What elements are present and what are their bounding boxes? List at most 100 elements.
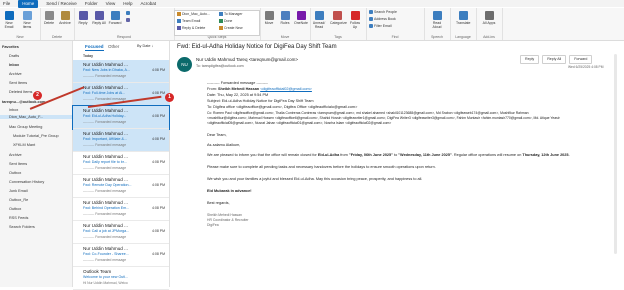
new-items-button[interactable]: New Items: [20, 11, 34, 29]
translate-button[interactable]: Translate: [456, 11, 470, 25]
reply-button[interactable]: Reply: [76, 11, 90, 25]
tab-view[interactable]: View: [106, 0, 116, 8]
folder-conversation-history[interactable]: Conversation History: [9, 180, 44, 184]
group-label-speech: Speech: [431, 35, 443, 39]
reading-pane-scrollbar[interactable]: [614, 54, 617, 254]
list-item[interactable]: Nur Uddin Mahmud ... Fwd: Remote Day Ope…: [73, 175, 169, 198]
list-item[interactable]: Nur Uddin Mahmud ... Fwd: Behind Operati…: [73, 198, 169, 221]
filter-email-button[interactable]: Filter Email: [369, 24, 392, 29]
signature-name: Sheikh Mehedi Hassan: [207, 213, 242, 217]
reading-pane: Fwd: Eid-ul-Adha Holiday Notice for Digi…: [170, 41, 624, 287]
folder-outbox-re[interactable]: Outbox_Re: [9, 198, 28, 202]
folder-sent-items[interactable]: Sent Items: [9, 81, 27, 85]
folder-inbox[interactable]: Inbox: [9, 63, 19, 67]
group-label-move: Move: [280, 35, 290, 39]
favorites-header[interactable]: Favorites: [2, 45, 19, 49]
move-button[interactable]: Move: [262, 11, 276, 25]
list-item[interactable]: Nur Uddin Mahmud ... Fwd: Daily report f…: [73, 152, 169, 175]
ribbon: New Email New Items New Delete Archive D…: [0, 8, 624, 41]
archive-button[interactable]: Archive: [58, 11, 72, 25]
quick-step-3[interactable]: Reply & Delete: [177, 26, 205, 31]
signature-company: DigiFea: [207, 223, 219, 227]
teams-button[interactable]: [126, 18, 131, 23]
list-item[interactable]: Nur Uddin Mahmud ... Fwd: Co-Founder - S…: [73, 244, 169, 267]
message-sender: Nur Uddin Mahmud ...: [83, 62, 128, 67]
quick-step-2[interactable]: Team Email: [177, 19, 200, 24]
folder-outbox[interactable]: Outbox: [9, 171, 21, 175]
reply-all-button[interactable]: Reply All: [92, 11, 106, 25]
list-item[interactable]: Nur Uddin Mahmud ... Fwd: New Jobs in Dh…: [73, 60, 169, 83]
search-people-button[interactable]: Search People: [369, 10, 397, 15]
reply-all-button-inline[interactable]: Reply All: [542, 55, 567, 64]
quick-step-1[interactable]: Dion_Mac_Auto...: [177, 12, 210, 17]
folder-junk-email[interactable]: Junk Email: [9, 189, 28, 193]
address-book-icon: [369, 17, 373, 22]
folder-account-inbox[interactable]: Inbox: [9, 108, 18, 112]
read-aloud-button[interactable]: Read Aloud: [430, 11, 444, 29]
all-apps-button[interactable]: All Apps: [482, 11, 496, 25]
ribbon-group-tags: Unread/ Read Categorize Follow Up Tags: [310, 8, 367, 40]
fwd-from-line: From: Sheikh Mehedi Hassan <digifeaoffic…: [207, 87, 312, 91]
folder-dion-mac-auto[interactable]: Dion_Mac_Auto_F...: [0, 115, 77, 119]
avatar[interactable]: NU: [177, 57, 192, 72]
speaker-icon: [432, 11, 442, 20]
list-item[interactable]: Nur Uddin Mahmud ... Fwd: Important, Aff…: [73, 129, 169, 152]
tab-focused[interactable]: Focused: [85, 44, 104, 51]
message-time: 4:08 PM: [151, 252, 165, 256]
folder-mac-group-meeting[interactable]: Mac Group Meeting: [9, 125, 42, 129]
address-book-button[interactable]: Address Book: [369, 17, 396, 22]
list-item[interactable]: Nur Uddin Mahmud ... Fwd: Eid-ul-Adha Ho…: [72, 105, 170, 130]
folder-drafts[interactable]: Drafts: [9, 54, 19, 58]
move-icon: [264, 11, 274, 20]
apps-icon: [484, 11, 494, 20]
tab-home[interactable]: Home: [18, 0, 39, 8]
forward-button[interactable]: Forward: [108, 11, 122, 25]
onenote-button[interactable]: OneNote: [294, 11, 308, 25]
folder-outbox-2[interactable]: Outbox: [9, 207, 21, 211]
quick-steps-gallery: Dion_Mac_Auto... Team Email Reply & Dele…: [174, 10, 260, 36]
fwd-from-email[interactable]: <digifeaofficial02@gmail.com>: [260, 87, 312, 91]
tab-other[interactable]: Other: [108, 44, 119, 49]
tab-acrobat[interactable]: Acrobat: [141, 0, 157, 8]
folder-sent-items-2[interactable]: Sent Items: [9, 162, 27, 166]
quick-step-5[interactable]: Done: [219, 19, 232, 24]
folder-archive-2[interactable]: Archive: [9, 153, 22, 157]
tab-folder[interactable]: Folder: [85, 0, 98, 8]
message-time: 4:08 PM: [151, 229, 165, 233]
new-email-button[interactable]: New Email: [2, 11, 16, 29]
message-time: 4:08 PM: [151, 160, 165, 164]
message-subject: Fwd: Behind Operation Em...: [83, 206, 130, 210]
message-sender: Nur Uddin Mahmud ...: [83, 177, 128, 182]
ribbon-group-find: Search People Address Book Filter Email …: [366, 8, 425, 40]
ribbon-group-language: Translate Language: [450, 8, 477, 40]
folder-search-folders[interactable]: Search Folders: [9, 225, 35, 229]
sort-by-date[interactable]: By Date ↓: [137, 44, 153, 48]
group-label-new: New: [16, 35, 24, 39]
email-from[interactable]: Nur Uddin Mahmud Tareq <tareqnum@gmail.c…: [196, 57, 298, 62]
fwd-date-line: Date: Thu, May 22, 2025 at 9:54 PM: [207, 93, 269, 97]
reply-button-inline[interactable]: Reply: [520, 55, 540, 64]
tab-help[interactable]: Help: [123, 0, 132, 8]
ribbon-group-move: Move Rules OneNote Move: [260, 8, 311, 40]
delete-button[interactable]: Delete: [42, 11, 56, 25]
tab-file[interactable]: File: [3, 0, 10, 8]
message-preview: ---------- Forwarded message: [83, 235, 127, 239]
folder-module-tutorial[interactable]: Module Tutorial_Pre Group: [13, 134, 59, 138]
tab-send-receive[interactable]: Send / Receive: [46, 0, 77, 8]
group-label-find: Find: [391, 35, 399, 39]
folder-rss-feeds[interactable]: RSS Feeds: [9, 216, 28, 220]
meeting-button[interactable]: [126, 11, 131, 16]
message-preview: ---------- Forwarded message: [83, 143, 127, 147]
folder-deleted-items[interactable]: Deleted Items: [9, 90, 32, 94]
rules-button[interactable]: Rules: [278, 11, 292, 25]
unread-read-button[interactable]: Unread/ Read: [312, 11, 326, 29]
forward-button-inline[interactable]: Forward: [569, 55, 593, 64]
list-item[interactable]: Nur Uddin Mahmud ... Fwd: Call a job at …: [73, 221, 169, 244]
folder-archive[interactable]: Archive: [9, 72, 22, 76]
folder-xfklm[interactable]: XFKLM Mant: [13, 143, 35, 147]
categorize-button[interactable]: Categorize: [330, 11, 347, 25]
menu-tabs: File Home Send / Receive Folder View Hel…: [0, 0, 156, 8]
quick-step-6[interactable]: Create New: [219, 26, 242, 31]
quick-step-4[interactable]: To Manager: [219, 12, 242, 17]
follow-up-button[interactable]: Follow Up: [348, 11, 362, 29]
